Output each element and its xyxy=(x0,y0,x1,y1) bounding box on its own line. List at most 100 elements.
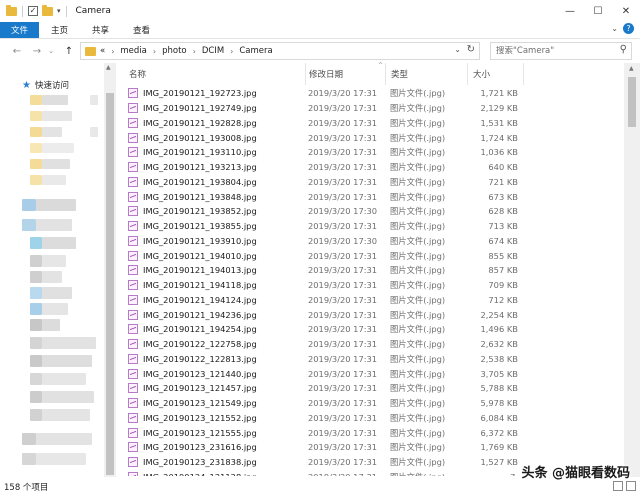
details-view-icon[interactable] xyxy=(613,481,623,491)
file-row[interactable]: IMG_20190121_194236.jpg 2019/3/20 17:31 图片… xyxy=(116,307,624,322)
image-file-icon xyxy=(128,324,138,335)
sidebar-scrollbar[interactable]: ▲ xyxy=(104,63,116,477)
minimize-button[interactable]: — xyxy=(556,0,584,22)
breadcrumb-photo[interactable]: photo xyxy=(162,46,187,56)
breadcrumb-camera[interactable]: Camera xyxy=(239,46,272,56)
file-name-cell: IMG_20190123_121440.jpg xyxy=(128,366,257,381)
file-row[interactable]: IMG_20190123_121549.jpg 2019/3/20 17:31 图片… xyxy=(116,396,624,411)
star-icon: ★ xyxy=(22,79,31,91)
column-header-name[interactable]: 名称 xyxy=(124,63,306,85)
sidebar-scrollbar-thumb[interactable] xyxy=(106,93,114,475)
file-date: 2019/3/20 17:31 xyxy=(308,132,378,143)
pixelated-label xyxy=(42,287,72,299)
recent-locations-chevron-icon[interactable]: ⌄ xyxy=(44,47,58,55)
breadcrumb-overflow[interactable]: « xyxy=(100,46,105,56)
scroll-up-icon[interactable]: ▲ xyxy=(629,65,634,72)
file-date: 2019/3/20 17:31 xyxy=(308,470,377,476)
file-row[interactable]: IMG_20190123_231616.jpg 2019/3/20 17:31 图片… xyxy=(116,440,624,455)
up-arrow-icon[interactable]: ↑ xyxy=(62,46,76,57)
refresh-icon[interactable]: ↻ xyxy=(467,44,475,55)
file-name: IMG_20190121_194254.jpg xyxy=(143,324,257,335)
column-header-size[interactable]: 大小 xyxy=(468,63,524,85)
customize-toolbar-chevron-icon[interactable]: ▾ xyxy=(57,7,61,15)
file-row[interactable]: IMG_20190121_194010.jpg 2019/3/20 17:31 图片… xyxy=(116,248,624,263)
breadcrumb-separator-icon: › xyxy=(192,46,196,56)
file-list: IMG_20190121_192723.jpg 2019/3/20 17:31 图片… xyxy=(116,86,624,476)
file-size: 855 KB xyxy=(488,250,518,261)
breadcrumb-media[interactable]: media xyxy=(120,46,146,56)
image-file-icon xyxy=(128,132,138,143)
file-row[interactable]: IMG_20190123_121552.jpg 2019/3/20 17:31 图片… xyxy=(116,411,624,426)
pixelated-label xyxy=(36,199,76,211)
file-name-cell: IMG_20190121_193008.jpg xyxy=(128,130,257,145)
file-row[interactable]: IMG_20190121_193110.jpg 2019/3/20 17:31 图片… xyxy=(116,145,624,160)
tab-home[interactable]: 主页 xyxy=(39,22,80,38)
pixelated-label xyxy=(42,111,72,121)
file-row[interactable]: IMG_20190121_193008.jpg 2019/3/20 17:31 图片… xyxy=(116,130,624,145)
file-list-scrollbar[interactable]: ▲ xyxy=(624,63,640,477)
file-row[interactable]: IMG_20190121_193910.jpg 2019/3/20 17:30 图片… xyxy=(116,234,624,249)
new-folder-icon[interactable] xyxy=(42,4,53,16)
search-input[interactable] xyxy=(496,46,614,56)
forward-arrow-icon[interactable]: → xyxy=(30,46,44,57)
pixelated-icon xyxy=(30,255,42,267)
thumbnail-view-icon[interactable] xyxy=(626,481,636,491)
address-bar[interactable]: « › media › photo › DCIM › Camera ⌄ ↻ xyxy=(80,42,480,60)
file-row[interactable]: IMG_20190121_194118.jpg 2019/3/20 17:31 图片… xyxy=(116,278,624,293)
sidebar-item-quick-access[interactable]: ★ 快速访问 xyxy=(22,79,69,92)
file-type: 图片文件(.jpg) xyxy=(390,398,446,409)
file-row[interactable]: IMG_20190123_121555.jpg 2019/3/20 17:31 图片… xyxy=(116,425,624,440)
expand-ribbon-chevron-icon[interactable]: ⌄ xyxy=(611,24,618,33)
column-header-date[interactable]: 修改日期 xyxy=(304,63,386,85)
search-icon[interactable]: ⚲ xyxy=(620,44,627,55)
file-row[interactable]: IMG_20190121_192749.jpg 2019/3/20 17:31 图片… xyxy=(116,101,624,116)
file-type: 图片文件(.jpg) xyxy=(390,324,446,335)
file-type: 图片文件(.jpg) xyxy=(390,294,446,305)
pixelated-label xyxy=(42,337,96,349)
scroll-up-icon[interactable]: ▲ xyxy=(106,64,111,71)
tab-file[interactable]: 文件 xyxy=(0,22,40,38)
file-name: IMG_20190123_231838.jpg xyxy=(143,457,257,468)
properties-check-icon[interactable]: ✓ xyxy=(28,6,38,16)
help-icon[interactable]: ? xyxy=(623,23,634,34)
file-type: 图片文件(.jpg) xyxy=(390,353,446,364)
file-row[interactable]: IMG_20190121_193213.jpg 2019/3/20 17:31 图片… xyxy=(116,160,624,175)
file-row[interactable]: IMG_20190122_122813.jpg 2019/3/20 17:31 图片… xyxy=(116,352,624,367)
file-row[interactable]: IMG_20190122_122758.jpg 2019/3/20 17:31 图片… xyxy=(116,337,624,352)
file-name-cell: IMG_20190123_121555.jpg xyxy=(128,425,257,440)
file-size: 674 KB xyxy=(488,235,518,246)
back-arrow-icon[interactable]: ← xyxy=(10,46,24,57)
close-button[interactable]: ✕ xyxy=(612,0,640,22)
file-row[interactable]: IMG_20190121_194124.jpg 2019/3/20 17:31 图片… xyxy=(116,293,624,308)
file-row[interactable]: IMG_20190121_193855.jpg 2019/3/20 17:31 图片… xyxy=(116,219,624,234)
file-row[interactable]: IMG_20190121_192723.jpg 2019/3/20 17:31 图片… xyxy=(116,86,624,101)
file-row[interactable]: IMG_20190121_192828.jpg 2019/3/20 17:31 图片… xyxy=(116,116,624,131)
file-size: 2,129 KB xyxy=(480,103,518,114)
column-header-type[interactable]: 类型 xyxy=(386,63,468,85)
file-row[interactable]: IMG_20190121_193852.jpg 2019/3/20 17:30 图片… xyxy=(116,204,624,219)
pixelated-icon xyxy=(30,319,42,331)
breadcrumb-dcim[interactable]: DCIM xyxy=(202,46,224,56)
sidebar-item-label: 快速访问 xyxy=(34,81,69,91)
file-list-scrollbar-thumb[interactable] xyxy=(628,77,636,127)
maximize-button[interactable]: ☐ xyxy=(584,0,612,22)
file-row[interactable]: IMG_20190121_193848.jpg 2019/3/20 17:31 图片… xyxy=(116,189,624,204)
file-name: IMG_20190121_193910.jpg xyxy=(143,235,257,246)
file-name-cell: IMG_20190121_194254.jpg xyxy=(128,322,257,337)
file-row[interactable]: IMG_20190121_193804.jpg 2019/3/20 17:31 图片… xyxy=(116,175,624,190)
file-name: IMG_20190121_194010.jpg xyxy=(143,250,257,261)
file-row[interactable]: IMG_20190121_194013.jpg 2019/3/20 17:31 图片… xyxy=(116,263,624,278)
search-box[interactable]: ⚲ xyxy=(490,42,632,60)
tab-share[interactable]: 共享 xyxy=(80,22,121,38)
file-row[interactable]: IMG_20190123_121440.jpg 2019/3/20 17:31 图片… xyxy=(116,366,624,381)
file-type: 图片文件(.jpg) xyxy=(390,162,446,173)
file-row[interactable]: IMG_20190121_194254.jpg 2019/3/20 17:31 图片… xyxy=(116,322,624,337)
file-name: IMG_20190121_193804.jpg xyxy=(143,176,257,187)
file-name: IMG_20190121_193110.jpg xyxy=(143,147,257,158)
pixelated-label xyxy=(42,237,76,249)
item-count: 158 个项目 xyxy=(4,483,49,493)
tab-view[interactable]: 查看 xyxy=(121,22,162,38)
image-file-icon xyxy=(128,250,138,261)
address-dropdown-chevron-icon[interactable]: ⌄ xyxy=(454,45,461,54)
file-row[interactable]: IMG_20190123_121457.jpg 2019/3/20 17:31 图片… xyxy=(116,381,624,396)
